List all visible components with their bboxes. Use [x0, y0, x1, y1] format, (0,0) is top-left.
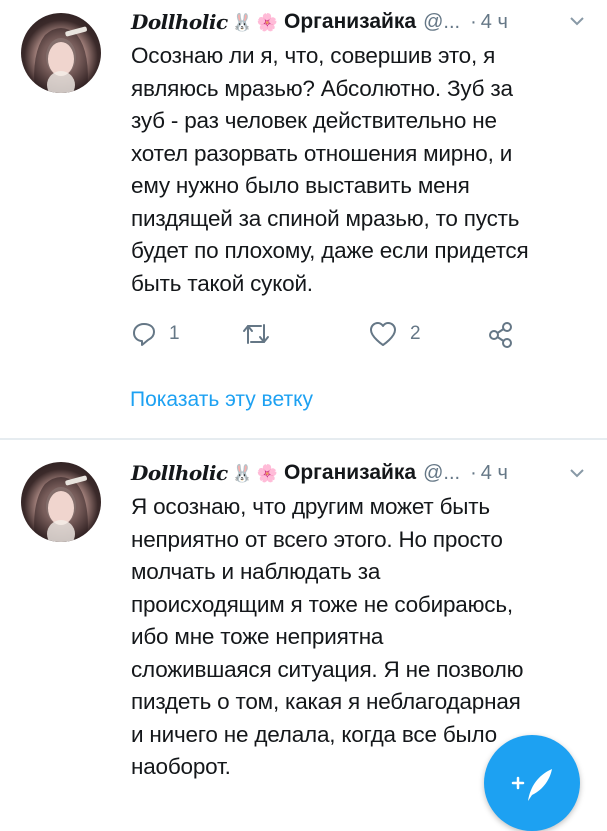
tweet-text-line: быть такой сукой. — [131, 270, 313, 296]
avatar[interactable] — [21, 13, 101, 93]
share-icon — [489, 322, 512, 348]
tweet-text-line: хотел разорвать отношения мирно, и — [131, 140, 513, 166]
feather-plus-icon — [511, 769, 552, 801]
heart-icon — [370, 322, 396, 346]
tweet-header: Dollholic 🐰 🌸 Организайка @... · 4 ч — [131, 7, 508, 37]
reply-icon — [133, 323, 155, 346]
timestamp[interactable]: 4 ч — [481, 11, 508, 34]
user-handle[interactable]: @... — [423, 11, 460, 34]
tweet-text-line: сложившаяся ситуация. Я не позволю — [131, 656, 524, 682]
tweet-text-line: являюсь мразью? Абсолютно. Зуб за — [131, 75, 513, 101]
retweet-button[interactable] — [241, 321, 283, 347]
rabbit-emoji-icon: 🐰 — [231, 463, 253, 483]
retweet-icon — [243, 324, 269, 344]
like-button[interactable]: 2 — [368, 321, 421, 347]
tweet-text-line: пиздеть о том, какая я неблагодарная — [131, 689, 521, 714]
avatar-image — [34, 475, 88, 542]
tweet-text-line: зуб - раз человек действительно не — [131, 108, 497, 133]
tweet-actions: 1 2 — [131, 321, 551, 357]
tweet-text-line: неприятно от всего этого. Но просто — [131, 526, 503, 552]
tweet-1[interactable]: Dollholic 🐰 🌸 Организайка @... · 4 ч Осо… — [0, 0, 607, 438]
tweet-text-line: Осознаю ли я, что, совершив это, я — [131, 43, 496, 68]
reply-button[interactable]: 1 — [131, 321, 180, 347]
separator-dot: · — [470, 10, 477, 33]
tweet-text-line: пиздящей за спиной мразью, то пусть — [131, 205, 520, 231]
tweet-header: Dollholic 🐰 🌸 Организайка @... · 4 ч — [131, 458, 508, 488]
tweet-text-line: Я осознаю, что другим может быть — [131, 494, 490, 519]
tweet-text-line: ибо мне тоже неприятна — [131, 624, 384, 649]
chevron-down-icon[interactable] — [570, 16, 584, 26]
chevron-down-icon[interactable] — [570, 468, 584, 478]
tweet-text: Осознаю ли я, что, совершив это, я являю… — [131, 40, 591, 300]
tweet-text-line: ему нужно было выставить меня — [131, 173, 470, 198]
blossom-emoji-icon: 🌸 — [256, 12, 278, 32]
user-nickname[interactable]: Dollholic — [131, 461, 228, 485]
avatar-image — [34, 26, 88, 93]
tweet-text-line: будет по плохому, даже если придется — [131, 238, 529, 263]
tweet-text-line: происходящим я тоже не собираюсь, — [131, 591, 513, 617]
divider — [0, 438, 607, 440]
show-thread-link[interactable]: Показать эту ветку — [130, 388, 313, 412]
rabbit-emoji-icon: 🐰 — [231, 12, 253, 32]
like-count: 2 — [410, 323, 421, 344]
user-handle[interactable]: @... — [423, 462, 460, 485]
share-button[interactable] — [487, 321, 515, 349]
separator-dot: · — [470, 461, 477, 484]
timestamp[interactable]: 4 ч — [481, 462, 508, 485]
blossom-emoji-icon: 🌸 — [256, 463, 278, 483]
display-name[interactable]: Организайка — [284, 10, 416, 34]
reply-count: 1 — [169, 323, 180, 344]
avatar[interactable] — [21, 462, 101, 542]
tweet-text-line: молчать и наблюдать за — [131, 559, 381, 584]
display-name[interactable]: Организайка — [284, 461, 416, 485]
user-nickname[interactable]: Dollholic — [131, 10, 228, 34]
compose-tweet-button[interactable] — [484, 735, 580, 831]
